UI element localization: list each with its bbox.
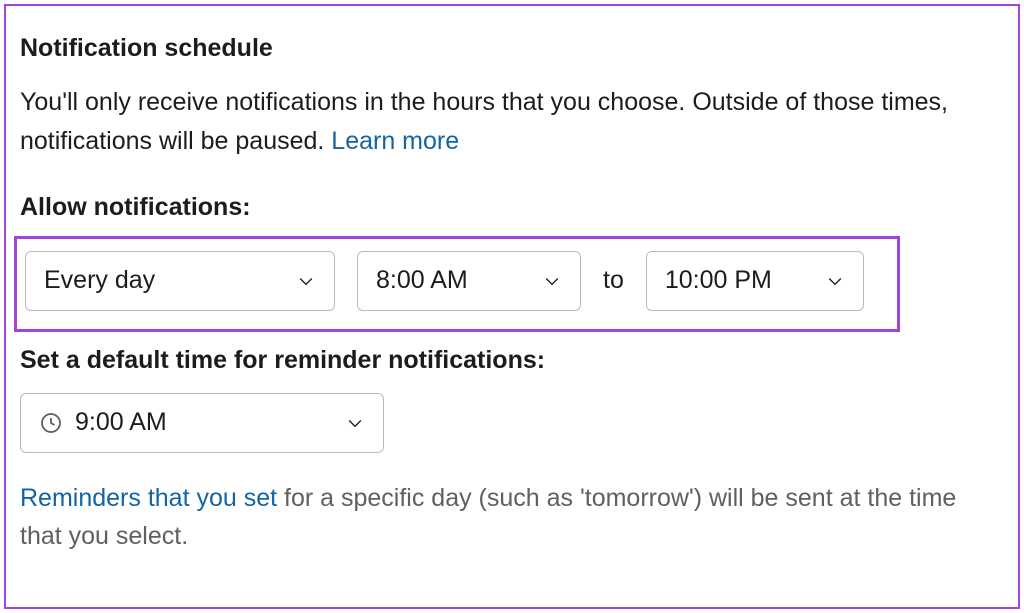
reminder-section: Set a default time for reminder notifica… (20, 346, 1002, 557)
chevron-down-icon (296, 271, 316, 291)
description-text: You'll only receive notifications in the… (20, 88, 948, 155)
reminder-footer-text: Reminders that you set for a specific da… (20, 479, 1002, 557)
settings-panel: Notification schedule You'll only receiv… (4, 4, 1020, 609)
reminder-time-dropdown[interactable]: 9:00 AM (20, 393, 384, 453)
end-time-dropdown[interactable]: 10:00 PM (646, 251, 864, 311)
schedule-selector-row: Every day 8:00 AM to 10:00 PM (25, 251, 889, 311)
start-time-value: 8:00 AM (376, 266, 468, 295)
reminders-link[interactable]: Reminders that you set (20, 484, 277, 512)
days-dropdown[interactable]: Every day (25, 251, 335, 311)
chevron-down-icon (345, 413, 365, 433)
to-label: to (603, 266, 624, 295)
chevron-down-icon (542, 271, 562, 291)
schedule-highlight-box: Every day 8:00 AM to 10:00 PM (14, 236, 900, 332)
end-time-value: 10:00 PM (665, 266, 772, 295)
section-description: You'll only receive notifications in the… (20, 83, 1002, 161)
days-dropdown-value: Every day (44, 266, 155, 295)
clock-icon (39, 411, 63, 435)
chevron-down-icon (825, 271, 845, 291)
allow-notifications-label: Allow notifications: (20, 193, 1002, 222)
start-time-dropdown[interactable]: 8:00 AM (357, 251, 581, 311)
reminder-time-value: 9:00 AM (75, 408, 167, 437)
learn-more-link[interactable]: Learn more (331, 127, 459, 155)
reminder-label: Set a default time for reminder notifica… (20, 346, 1002, 375)
reminder-select-wrap: 9:00 AM (20, 393, 1002, 453)
section-title: Notification schedule (20, 34, 1002, 63)
reminder-dropdown-content: 9:00 AM (39, 408, 167, 437)
